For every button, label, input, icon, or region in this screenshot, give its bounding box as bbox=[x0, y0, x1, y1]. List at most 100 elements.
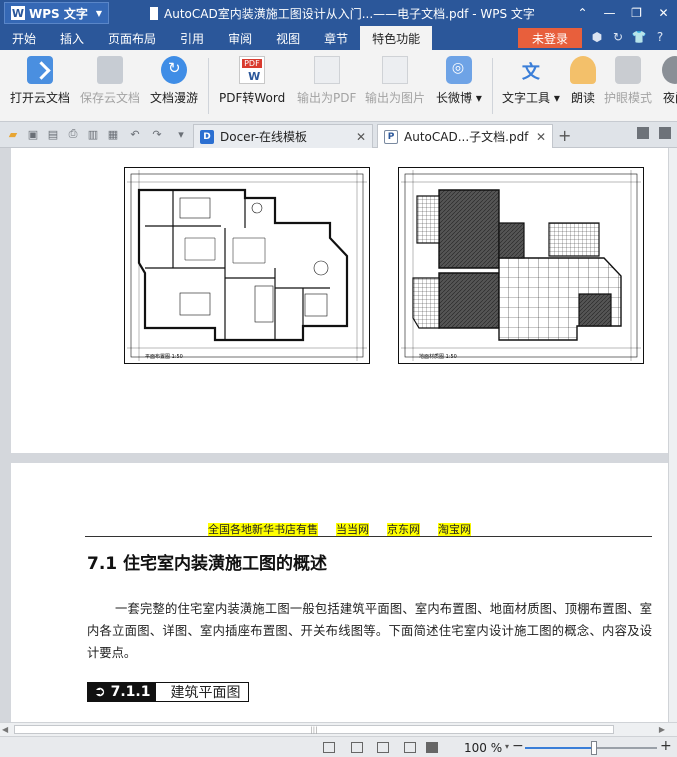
export-pdf-label: 输出为PDF bbox=[297, 91, 357, 105]
zoom-out-button[interactable]: − bbox=[512, 738, 524, 754]
document-tab-bar: ▰ ▣ ▤ ⎙ ▥ ▦ ↶ ↷ ▾ D Docer-在线模板 ✕ P AutoC… bbox=[0, 122, 677, 148]
vertical-scrollbar[interactable] bbox=[668, 148, 677, 722]
zoom-slider-thumb[interactable] bbox=[590, 741, 597, 755]
help-icon[interactable]: ? bbox=[653, 29, 667, 45]
long-weibo-text: 长微博 bbox=[436, 91, 473, 105]
bookseller-text: 京东网 bbox=[387, 523, 420, 536]
close-tab-icon[interactable]: ✕ bbox=[536, 130, 546, 144]
moon-icon bbox=[662, 56, 677, 84]
export-pdf-small-icon[interactable]: ▤ bbox=[46, 127, 60, 141]
floor-material-svg bbox=[401, 170, 641, 361]
docer-icon: D bbox=[200, 129, 214, 144]
bookseller-text: 淘宝网 bbox=[438, 523, 471, 536]
scroll-right-icon[interactable]: ▶ bbox=[659, 725, 665, 734]
undo-icon[interactable]: ↶ bbox=[128, 127, 142, 141]
open-folder-icon[interactable]: ▰ bbox=[6, 127, 20, 141]
print-icon[interactable]: ⎙ bbox=[66, 127, 80, 141]
tab-page-layout[interactable]: 页面布局 bbox=[96, 26, 168, 50]
export-image-button[interactable]: 输出为图片 bbox=[365, 56, 425, 116]
tab-current-document[interactable]: P AutoCAD...子文档.pdf ✕ bbox=[377, 124, 553, 148]
export-pdf-button[interactable]: 输出为PDF bbox=[297, 56, 356, 116]
floor-material-drawing: 地面材质图 1:50 bbox=[398, 167, 644, 364]
tab-references[interactable]: 引用 bbox=[168, 26, 216, 50]
zoom-in-button[interactable]: + bbox=[660, 738, 672, 754]
minimize-button[interactable]: — bbox=[596, 0, 623, 26]
skin-icon[interactable]: ⬢ bbox=[590, 29, 604, 45]
tab-view[interactable]: 视图 bbox=[264, 26, 312, 50]
sync-icon[interactable]: ↻ bbox=[611, 29, 625, 45]
save-icon[interactable]: ▣ bbox=[26, 127, 40, 141]
ribbon-collapse-icon[interactable]: ⌃ bbox=[569, 0, 596, 26]
window-controls: ⌃ — ❐ ✕ bbox=[569, 0, 677, 26]
text-tools-button[interactable]: 文字工具 ▾ bbox=[502, 56, 560, 116]
plan-caption: 地面材质图 1:50 bbox=[419, 354, 457, 360]
wps-logo-icon: W bbox=[11, 6, 25, 20]
document-canvas[interactable]: 平面布置图 1:50 地面材质图 1:50 全国各地新华书店有售 当当网 京东网… bbox=[0, 148, 668, 722]
pdf-to-word-button[interactable]: PDF转Word bbox=[219, 56, 285, 116]
eye-mode-icon[interactable] bbox=[426, 742, 438, 753]
tab-review[interactable]: 审阅 bbox=[216, 26, 264, 50]
close-button[interactable]: ✕ bbox=[650, 0, 677, 26]
open-cloud-doc-label: 打开云文档 bbox=[10, 91, 71, 105]
redo-icon[interactable]: ↷ bbox=[150, 127, 164, 141]
microphone-icon bbox=[570, 56, 596, 84]
tab-list-icon[interactable] bbox=[637, 127, 649, 139]
document-icon bbox=[147, 7, 158, 20]
subsection-title: 建筑平面图 bbox=[170, 685, 241, 701]
ribbon-divider bbox=[208, 58, 209, 114]
close-tab-icon[interactable]: ✕ bbox=[356, 130, 366, 144]
outline-view-icon[interactable] bbox=[377, 742, 389, 753]
customize-quick-access-icon[interactable]: ▾ bbox=[174, 127, 188, 141]
shirt-icon[interactable]: 👕 bbox=[632, 29, 647, 45]
sidebar-toggle-icon[interactable] bbox=[659, 127, 671, 139]
body-paragraph: 一套完整的住宅室内装潢施工图一般包括建筑平面图、室内布置图、地面材质图、顶棚布置… bbox=[87, 602, 652, 660]
weibo-icon bbox=[445, 56, 472, 84]
read-aloud-button[interactable]: 朗读 bbox=[570, 56, 596, 116]
wps-menu-button[interactable]: W WPS 文字 ▼ bbox=[4, 2, 110, 24]
new-tab-icon[interactable]: + bbox=[558, 126, 571, 145]
night-mode-button[interactable]: 夜间 bbox=[662, 56, 677, 116]
zoom-dropdown-icon[interactable]: ▾ bbox=[505, 742, 509, 751]
horizontal-scrollbar[interactable]: ◀ ||| ▶ bbox=[0, 722, 677, 736]
status-bar: 100 % ▾ − + bbox=[0, 736, 677, 757]
night-mode-label: 夜间 bbox=[662, 91, 677, 105]
cloud-roaming-icon bbox=[161, 56, 187, 84]
tab-current-label: AutoCAD...子文档.pdf bbox=[404, 130, 529, 144]
page-view-icon[interactable] bbox=[351, 742, 363, 753]
print-preview-icon[interactable]: ▥ bbox=[86, 127, 100, 141]
tab-insert[interactable]: 插入 bbox=[48, 26, 96, 50]
doc-roaming-button[interactable]: 文档漫游 bbox=[150, 56, 198, 116]
document-page: 平面布置图 1:50 地面材质图 1:50 bbox=[11, 148, 668, 453]
long-weibo-button[interactable]: 长微博 ▾ bbox=[436, 56, 482, 116]
tab-docer-label: Docer-在线模板 bbox=[220, 130, 308, 144]
preview-icon[interactable]: ▦ bbox=[106, 127, 120, 141]
tab-special-features[interactable]: 特色功能 bbox=[360, 26, 433, 50]
menu-right-icons: ⬢ ↻ 👕 ? bbox=[590, 29, 667, 45]
text-tools-icon bbox=[518, 56, 544, 84]
fit-page-icon[interactable] bbox=[323, 742, 335, 753]
web-view-icon[interactable] bbox=[404, 742, 416, 753]
tab-home[interactable]: 开始 bbox=[0, 26, 48, 50]
window-title: AutoCAD室内装潢施工图设计从入门...——电子文档.pdf - WPS 文… bbox=[147, 5, 535, 22]
title-bar: W WPS 文字 ▼ AutoCAD室内装潢施工图设计从入门...——电子文档.… bbox=[0, 0, 677, 26]
pdf-document-icon: P bbox=[384, 129, 398, 144]
eye-protection-label: 护眼模式 bbox=[604, 91, 653, 105]
ribbon-toolbar: 打开云文档 保存云文档 文档漫游 PDF转Word 输出为PDF 输出为图片 长… bbox=[0, 50, 677, 122]
scroll-left-icon[interactable]: ◀ bbox=[2, 725, 8, 734]
export-image-label: 输出为图片 bbox=[365, 91, 426, 105]
read-aloud-label: 朗读 bbox=[570, 91, 595, 105]
maximize-button[interactable]: ❐ bbox=[623, 0, 650, 26]
horizontal-scroll-thumb[interactable]: ||| bbox=[14, 725, 614, 734]
tab-bar-right-icons bbox=[637, 127, 671, 139]
long-weibo-label: 长微博 ▾ bbox=[436, 91, 482, 105]
zoom-level[interactable]: 100 % bbox=[464, 741, 502, 755]
save-cloud-doc-button[interactable]: 保存云文档 bbox=[80, 56, 140, 116]
export-pdf-icon bbox=[313, 56, 340, 84]
login-button[interactable]: 未登录 bbox=[518, 28, 582, 48]
tab-docer-templates[interactable]: D Docer-在线模板 ✕ bbox=[193, 124, 373, 148]
tab-chapter[interactable]: 章节 bbox=[312, 26, 360, 50]
subsection-heading: ➲ 7.1.1 建筑平面图 bbox=[87, 682, 250, 702]
window-title-text: AutoCAD室内装潢施工图设计从入门...——电子文档.pdf - WPS 文… bbox=[164, 7, 535, 21]
eye-protection-button[interactable]: 护眼模式 bbox=[604, 56, 652, 116]
open-cloud-doc-button[interactable]: 打开云文档 bbox=[10, 56, 70, 116]
